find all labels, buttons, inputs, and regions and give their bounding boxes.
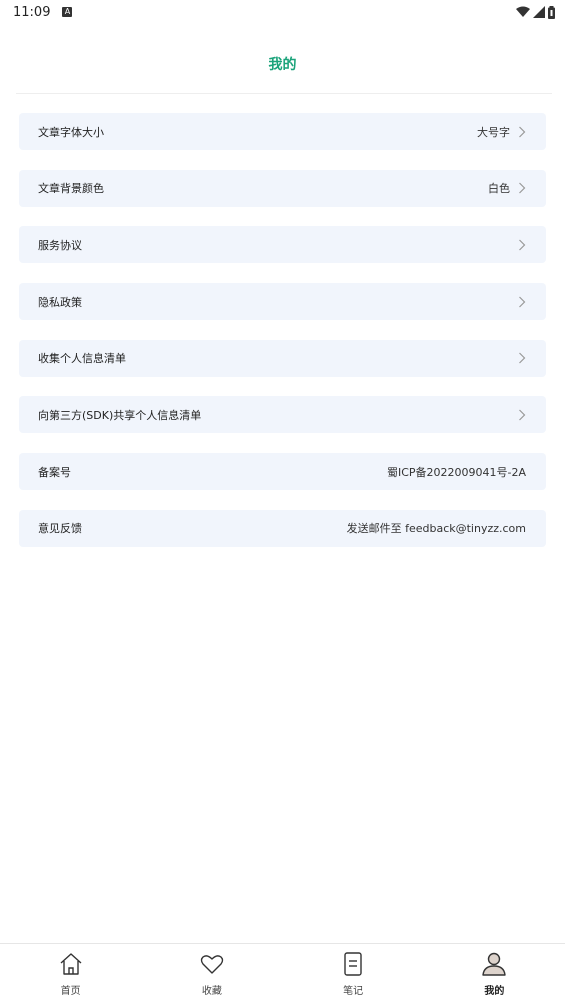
setting-label: 意见反馈 [38, 522, 82, 536]
tab-label: 我的 [484, 986, 505, 997]
setting-font-size[interactable]: 文章字体大小 大号字 [19, 113, 546, 150]
notification-icon: A [62, 7, 73, 17]
settings-list: 文章字体大小 大号字 文章背景颜色 白色 服务协议 隐私政策 收集个人信息清单 … [19, 113, 546, 567]
setting-label: 隐私政策 [38, 295, 82, 309]
chevron-right-icon [519, 352, 526, 364]
bottom-tab-bar: 首页 收藏 笔记 我的 [0, 943, 565, 1004]
setting-value: 蜀ICP备2022009041号-2A [386, 465, 526, 479]
setting-label: 收集个人信息清单 [38, 352, 126, 366]
chevron-right-icon [519, 182, 526, 194]
profile-icon [482, 952, 507, 976]
chevron-right-icon [519, 126, 526, 137]
tab-home[interactable]: 首页 [0, 944, 141, 1004]
setting-value: 白色 [488, 182, 510, 196]
home-icon [60, 953, 82, 975]
chevron-right-icon [519, 239, 526, 251]
chevron-right-icon [519, 409, 526, 421]
signal-icon [533, 6, 545, 18]
setting-value: 大号字 [477, 125, 510, 139]
battery-icon [548, 5, 555, 19]
tab-label: 首页 [60, 986, 81, 997]
chevron-right-icon [519, 296, 526, 307]
header-divider [16, 93, 552, 94]
setting-service-agreement[interactable]: 服务协议 [19, 226, 546, 264]
tab-profile[interactable]: 我的 [424, 944, 565, 1004]
setting-label: 文章背景颜色 [38, 182, 104, 196]
setting-label: 向第三方(SDK)共享个人信息清单 [38, 408, 202, 422]
setting-label: 文章字体大小 [38, 125, 104, 139]
status-time: 11:09 [13, 4, 51, 20]
wifi-icon [516, 6, 530, 17]
tab-label: 笔记 [343, 986, 364, 997]
setting-value: 发送邮件至 feedback@tinyzz.com [346, 522, 526, 536]
setting-feedback[interactable]: 意见反馈 发送邮件至 feedback@tinyzz.com [19, 509, 546, 547]
tab-favorites[interactable]: 收藏 [141, 944, 282, 1004]
status-bar: 11:09 A [0, 0, 565, 24]
setting-icp-record[interactable]: 备案号 蜀ICP备2022009041号-2A [19, 453, 546, 491]
note-icon [344, 952, 362, 976]
setting-third-party-sdk-list[interactable]: 向第三方(SDK)共享个人信息清单 [19, 396, 546, 434]
heart-icon [200, 955, 224, 974]
setting-label: 备案号 [38, 465, 71, 479]
page-title: 我的 [268, 57, 297, 73]
setting-privacy-policy[interactable]: 隐私政策 [19, 283, 546, 321]
setting-background-color[interactable]: 文章背景颜色 白色 [19, 169, 546, 207]
setting-label: 服务协议 [38, 238, 82, 252]
setting-personal-info-list[interactable]: 收集个人信息清单 [19, 339, 546, 377]
tab-notes[interactable]: 笔记 [283, 944, 424, 1004]
tab-label: 收藏 [201, 986, 222, 997]
